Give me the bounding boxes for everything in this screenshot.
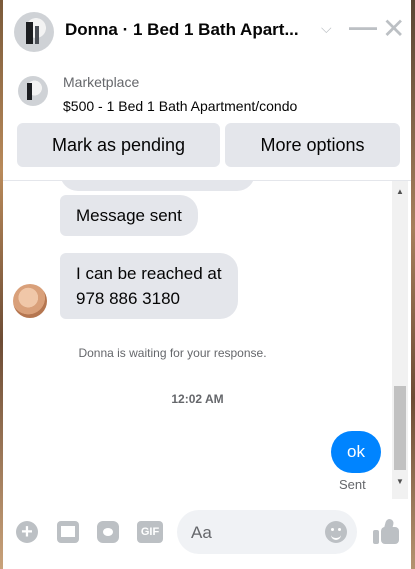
scroll-up-arrow-icon[interactable]: ▲ — [396, 187, 404, 196]
message-text-line: I can be reached at — [76, 264, 222, 283]
listing-title[interactable]: $500 - 1 Bed 1 Bath Apartment/condo — [63, 98, 297, 114]
sender-avatar[interactable] — [13, 284, 47, 318]
thumbnail-image-detail — [27, 83, 32, 100]
scrollbar-thumb[interactable] — [394, 386, 406, 470]
message-text: Message sent — [76, 206, 182, 225]
message-composer: + GIF Aa — [3, 499, 411, 569]
listing-thumbnail[interactable] — [18, 76, 48, 106]
message-bubble[interactable]: I can be reached at 978 886 3180 — [60, 253, 238, 319]
plus-icon[interactable]: + — [16, 521, 38, 543]
sent-status: Sent — [339, 477, 366, 492]
mark-as-pending-button[interactable]: Mark as pending — [17, 123, 220, 167]
timestamp: 12:02 AM — [171, 392, 224, 406]
message-text-line: 978 886 3180 — [76, 289, 180, 308]
gif-icon[interactable]: GIF — [137, 521, 163, 543]
marketplace-label: Marketplace — [63, 74, 140, 90]
waiting-notice: Donna is waiting for your response. — [78, 346, 267, 360]
chat-header: Donna · 1 Bed 1 Bath Apart... ⌵ — ✕ — [3, 0, 411, 61]
photo-icon[interactable] — [57, 521, 79, 543]
avatar-image-detail — [26, 22, 33, 44]
message-input-placeholder: Aa — [191, 523, 212, 542]
thumbs-up-icon[interactable] — [373, 518, 401, 545]
sticker-icon[interactable] — [97, 521, 119, 543]
message-bubble[interactable]: Message sent — [60, 195, 198, 236]
background-edge-right — [411, 0, 415, 569]
my-message-bubble[interactable]: ok — [331, 431, 381, 473]
message-thread[interactable]: Message sent I can be reached at 978 886… — [3, 181, 392, 499]
more-options-button[interactable]: More options — [225, 123, 400, 167]
my-message-text: ok — [347, 442, 365, 461]
marketplace-panel: Marketplace $500 - 1 Bed 1 Bath Apartmen… — [3, 60, 411, 181]
thumbs-up-icon-cuff — [373, 530, 379, 544]
listing-avatar[interactable] — [14, 12, 54, 52]
emoji-icon[interactable] — [325, 521, 347, 543]
previous-message-bubble — [60, 181, 255, 191]
avatar-image-detail — [35, 26, 39, 44]
close-icon[interactable]: ✕ — [382, 12, 405, 45]
chat-title[interactable]: Donna · 1 Bed 1 Bath Apart... — [65, 20, 299, 40]
scrollbar[interactable]: ▲ ▼ — [392, 181, 408, 499]
minimize-icon[interactable]: — — [349, 11, 377, 43]
message-input[interactable]: Aa — [177, 510, 357, 554]
scroll-down-arrow-icon[interactable]: ▼ — [396, 477, 404, 486]
chevron-down-icon[interactable]: ⌵ — [321, 20, 332, 37]
